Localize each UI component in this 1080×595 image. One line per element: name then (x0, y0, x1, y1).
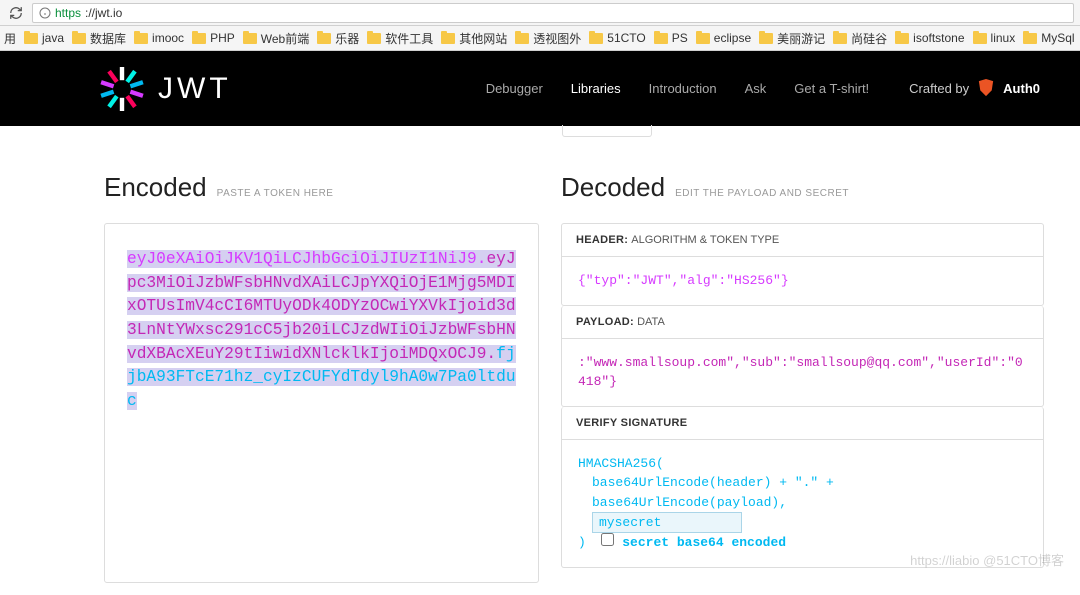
secret-base64-label: secret base64 encoded (622, 535, 786, 550)
decoded-payload-panel: PAYLOAD: DATA :"www.smallsoup.com","sub"… (561, 306, 1044, 407)
folder-icon (72, 33, 86, 44)
auth0-shield-icon (977, 79, 995, 99)
secret-input[interactable] (592, 512, 742, 533)
folder-icon (654, 33, 668, 44)
folder-icon (696, 33, 710, 44)
folder-icon (1023, 33, 1037, 44)
folder-icon (192, 33, 206, 44)
decoded-signature-panel: VERIFY SIGNATURE HMACSHA256( base64UrlEn… (561, 407, 1044, 568)
logo[interactable]: JWT (100, 67, 232, 111)
logo-text: JWT (158, 72, 232, 106)
payload-json[interactable]: :"www.smallsoup.com","sub":"smallsoup@qq… (562, 339, 1043, 406)
encoded-subtitle: PASTE A TOKEN HERE (217, 188, 334, 199)
dropdown-stub (0, 126, 1080, 138)
folder-icon (589, 33, 603, 44)
browser-toolbar: https ://jwt.io (0, 0, 1080, 26)
header-panel-label: HEADER: ALGORITHM & TOKEN TYPE (562, 224, 1043, 257)
folder-icon (895, 33, 909, 44)
bookmark-item[interactable]: 乐器 (317, 30, 359, 47)
bookmark-item[interactable]: 美丽游记 (759, 30, 825, 47)
bookmark-item[interactable]: 尚硅谷 (833, 30, 887, 47)
folder-icon (243, 33, 257, 44)
bookmark-item[interactable]: PHP (192, 31, 235, 45)
token-header-segment: eyJ0eXAiOiJKV1QiLCJhbGciOiJIUzI1NiJ9 (127, 250, 477, 268)
encoded-column: Encoded PASTE A TOKEN HERE eyJ0eXAiOiJKV… (104, 172, 539, 583)
nav-libraries[interactable]: Libraries (571, 81, 621, 96)
encoded-token-box[interactable]: eyJ0eXAiOiJKV1QiLCJhbGciOiJIUzI1NiJ9.eyJ… (104, 223, 539, 583)
bookmark-item[interactable]: Web前端 (243, 30, 309, 47)
nav-introduction[interactable]: Introduction (649, 81, 717, 96)
folder-icon (515, 33, 529, 44)
bookmark-item[interactable]: imooc (134, 31, 184, 45)
bookmark-item[interactable]: 数据库 (72, 30, 126, 47)
decoded-column: Decoded EDIT THE PAYLOAD AND SECRET HEAD… (561, 172, 1044, 583)
decoded-header-panel: HEADER: ALGORITHM & TOKEN TYPE {"typ":"J… (561, 223, 1044, 306)
bookmark-item[interactable]: isoftstone (895, 31, 964, 45)
sig-line2: base64UrlEncode(payload), (578, 493, 1027, 513)
folder-icon (367, 33, 381, 44)
main-nav: Debugger Libraries Introduction Ask Get … (486, 81, 869, 96)
folder-icon (833, 33, 847, 44)
signature-panel-label: VERIFY SIGNATURE (562, 407, 1043, 440)
sig-close: ) (578, 535, 586, 550)
folder-icon (24, 33, 38, 44)
bookmark-item[interactable]: 用 (4, 30, 16, 47)
encoded-title: Encoded (104, 172, 207, 203)
info-icon (39, 7, 51, 19)
folder-icon (973, 33, 987, 44)
bookmark-item[interactable]: 软件工具 (367, 30, 433, 47)
bookmark-item[interactable]: eclipse (696, 31, 751, 45)
folder-icon (317, 33, 331, 44)
secret-base64-checkbox[interactable] (601, 533, 614, 546)
jwt-logo-icon (100, 67, 144, 111)
folder-icon (441, 33, 455, 44)
bookmark-item[interactable]: linux (973, 31, 1016, 45)
folder-icon (759, 33, 773, 44)
decoded-title: Decoded (561, 172, 665, 203)
payload-panel-label: PAYLOAD: DATA (562, 306, 1043, 339)
bookmark-item[interactable]: 其他网站 (441, 30, 507, 47)
encoded-token-text[interactable]: eyJ0eXAiOiJKV1QiLCJhbGciOiJIUzI1NiJ9.eyJ… (127, 248, 516, 414)
bookmark-item[interactable]: java (24, 31, 64, 45)
url-host: ://jwt.io (85, 6, 122, 20)
nav-ask[interactable]: Ask (745, 81, 767, 96)
signature-body: HMACSHA256( base64UrlEncode(header) + ".… (562, 440, 1043, 567)
bookmark-item[interactable]: PS (654, 31, 688, 45)
sig-fn: HMACSHA256( (578, 454, 1027, 474)
site-header: JWT Debugger Libraries Introduction Ask … (0, 51, 1080, 126)
crafted-label: Crafted by (909, 81, 969, 96)
nav-debugger[interactable]: Debugger (486, 81, 543, 96)
decoded-heading: Decoded EDIT THE PAYLOAD AND SECRET (561, 172, 1044, 203)
crafted-by[interactable]: Crafted by Auth0 (909, 79, 1040, 99)
nav-tshirt[interactable]: Get a T-shirt! (794, 81, 869, 96)
bookmark-item[interactable]: 透视图外 (515, 30, 581, 47)
header-json[interactable]: {"typ":"JWT","alg":"HS256"} (562, 257, 1043, 305)
crafted-brand: Auth0 (1003, 81, 1040, 96)
bookmark-item[interactable]: MySql (1023, 31, 1074, 45)
bookmarks-bar: 用 java 数据库 imooc PHP Web前端乐器软件工具其他网站透视图外 51CTO… (0, 26, 1080, 51)
decoded-subtitle: EDIT THE PAYLOAD AND SECRET (675, 188, 849, 199)
bookmark-item[interactable]: 51CTO (589, 31, 645, 45)
encoded-heading: Encoded PASTE A TOKEN HERE (104, 172, 539, 203)
reload-button[interactable] (6, 3, 26, 23)
main-content: Encoded PASTE A TOKEN HERE eyJ0eXAiOiJKV… (0, 138, 1080, 595)
sig-line1: base64UrlEncode(header) + "." + (578, 473, 1027, 493)
folder-icon (134, 33, 148, 44)
url-scheme: https (55, 6, 81, 20)
url-bar[interactable]: https ://jwt.io (32, 3, 1074, 23)
